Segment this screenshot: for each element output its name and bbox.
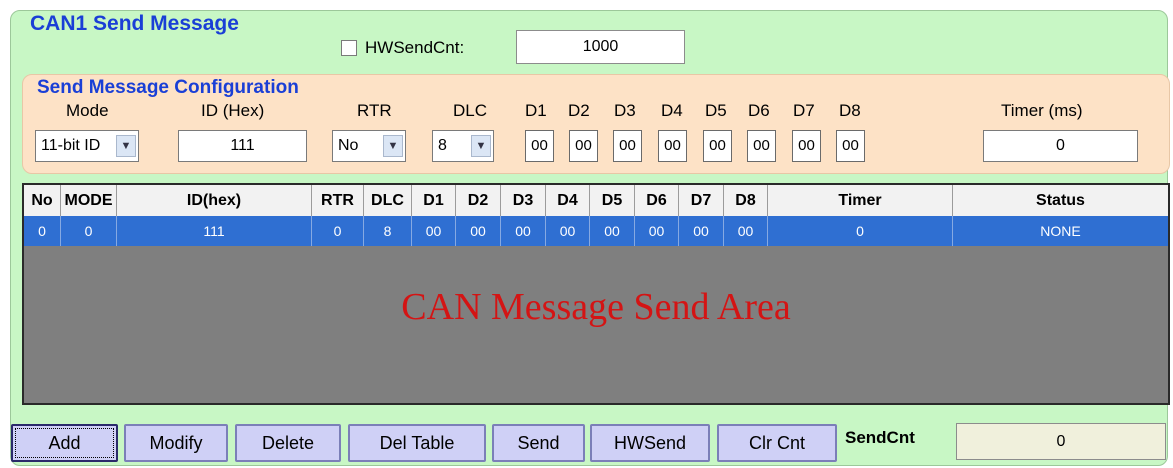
modify-button[interactable]: Modify xyxy=(124,424,228,462)
header-cell: D1 xyxy=(412,185,456,216)
add-button[interactable]: Add xyxy=(11,424,118,462)
hw-send-cnt-row: HWSendCnt: xyxy=(341,32,464,64)
config-title: Send Message Configuration xyxy=(37,77,299,98)
timer-label: Timer (ms) xyxy=(1001,101,1083,120)
d2-label: D2 xyxy=(568,101,590,120)
d1-input[interactable]: 00 xyxy=(525,130,554,162)
row-cell: 00 xyxy=(412,216,456,246)
header-cell: Timer xyxy=(768,185,953,216)
header-cell: D5 xyxy=(590,185,635,216)
rtr-label: RTR xyxy=(357,101,392,120)
d6-input[interactable]: 00 xyxy=(747,130,776,162)
mode-label: Mode xyxy=(66,101,109,120)
mode-select-value: 11-bit ID xyxy=(41,137,101,154)
d7-input[interactable]: 00 xyxy=(792,130,821,162)
row-cell: 111 xyxy=(117,216,312,246)
d3-label: D3 xyxy=(614,101,636,120)
del-table-button[interactable]: Del Table xyxy=(348,424,486,462)
group-title: CAN1 Send Message xyxy=(24,12,245,36)
hw-send-cnt-input[interactable]: 1000 xyxy=(516,30,685,64)
timer-input[interactable]: 0 xyxy=(983,130,1138,162)
row-cell: 8 xyxy=(364,216,412,246)
send-cnt-label: SendCnt xyxy=(845,428,915,447)
send-button[interactable]: Send xyxy=(492,424,585,462)
row-cell: 00 xyxy=(679,216,724,246)
hw-send-cnt-label: HWSendCnt: xyxy=(365,38,465,57)
header-cell: D7 xyxy=(679,185,724,216)
clr-cnt-button[interactable]: Clr Cnt xyxy=(717,424,837,462)
d1-label: D1 xyxy=(525,101,547,120)
d6-label: D6 xyxy=(748,101,770,120)
header-cell: MODE xyxy=(61,185,117,216)
header-cell: D3 xyxy=(501,185,546,216)
d5-label: D5 xyxy=(705,101,727,120)
dlc-select-value: 8 xyxy=(438,137,447,154)
rtr-select-value: No xyxy=(338,137,359,154)
row-cell: 00 xyxy=(546,216,590,246)
row-cell: 0 xyxy=(312,216,364,246)
d5-input[interactable]: 00 xyxy=(703,130,732,162)
send-message-table: No MODE ID(hex) RTR DLC D1 D2 D3 D4 D5 D… xyxy=(22,183,1170,405)
header-cell: D6 xyxy=(635,185,679,216)
table-row[interactable]: 0 0 111 0 8 00 00 00 00 00 00 00 00 0 NO… xyxy=(24,216,1168,246)
hw-send-cnt-checkbox[interactable] xyxy=(341,40,357,56)
row-cell: 00 xyxy=(456,216,501,246)
d7-label: D7 xyxy=(793,101,815,120)
d2-input[interactable]: 00 xyxy=(569,130,598,162)
d4-input[interactable]: 00 xyxy=(658,130,687,162)
d3-input[interactable]: 00 xyxy=(613,130,642,162)
header-cell: D2 xyxy=(456,185,501,216)
header-cell: Status xyxy=(1036,191,1085,209)
row-cell: 00 xyxy=(635,216,679,246)
row-cell: 00 xyxy=(501,216,546,246)
header-cell: No xyxy=(24,185,61,216)
row-cell: 00 xyxy=(724,216,768,246)
send-cnt-value: 0 xyxy=(956,423,1166,460)
header-cell: RTR xyxy=(312,185,364,216)
mode-select[interactable]: 11-bit ID ▼ xyxy=(35,130,139,162)
chevron-down-icon[interactable]: ▼ xyxy=(383,135,403,157)
header-cell: DLC xyxy=(364,185,412,216)
rtr-select[interactable]: No ▼ xyxy=(332,130,406,162)
dlc-select[interactable]: 8 ▼ xyxy=(432,130,494,162)
table-header: No MODE ID(hex) RTR DLC D1 D2 D3 D4 D5 D… xyxy=(24,185,1168,216)
row-cell: 0 xyxy=(61,216,117,246)
row-cell: NONE xyxy=(1040,223,1081,239)
row-cell: 0 xyxy=(24,216,61,246)
hwsend-button[interactable]: HWSend xyxy=(590,424,710,462)
d4-label: D4 xyxy=(661,101,683,120)
header-cell: D4 xyxy=(546,185,590,216)
send-message-configuration: Send Message Configuration Mode ID (Hex)… xyxy=(22,74,1170,174)
send-area-text: CAN Message Send Area xyxy=(401,286,791,328)
id-label: ID (Hex) xyxy=(201,101,265,120)
header-cell: ID(hex) xyxy=(117,185,312,216)
delete-button[interactable]: Delete xyxy=(235,424,341,462)
header-cell: D8 xyxy=(724,185,768,216)
row-cell: 0 xyxy=(768,216,953,246)
d8-input[interactable]: 00 xyxy=(836,130,865,162)
dlc-label: DLC xyxy=(453,101,488,120)
chevron-down-icon[interactable]: ▼ xyxy=(116,135,136,157)
chevron-down-icon[interactable]: ▼ xyxy=(471,135,491,157)
id-hex-input[interactable]: 111 xyxy=(178,130,307,162)
d8-label: D8 xyxy=(839,101,861,120)
row-cell: 00 xyxy=(590,216,635,246)
